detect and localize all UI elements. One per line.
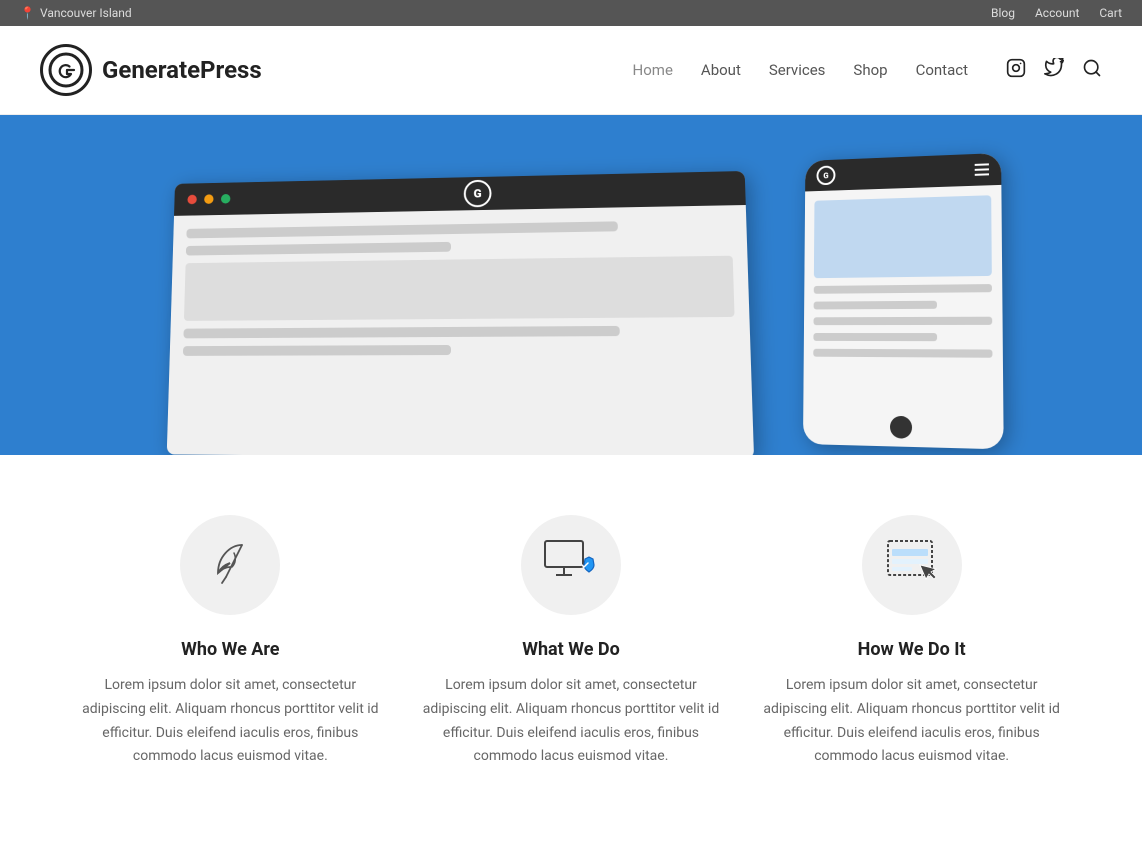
logo-text: GeneratePress: [102, 56, 262, 84]
twitter-icon[interactable]: [1044, 58, 1064, 83]
account-link[interactable]: Account: [1035, 6, 1079, 20]
browser-mockup: G: [167, 171, 754, 455]
browser-dot-yellow: [204, 194, 214, 204]
feature-who-we-are: Who We Are Lorem ipsum dolor sit amet, c…: [80, 515, 380, 769]
instagram-icon[interactable]: [1006, 58, 1026, 83]
hero-section: G G: [0, 115, 1142, 455]
top-bar: 📍 Vancouver Island Blog Account Cart: [0, 0, 1142, 26]
what-we-do-text: Lorem ipsum dolor sit amet, consectetur …: [421, 674, 721, 769]
phone-home-button: [890, 416, 912, 439]
how-we-do-it-icon-wrap: [862, 515, 962, 615]
browser-gp-logo: G: [464, 180, 492, 208]
feature-how-we-do-it: How We Do It Lorem ipsum dolor sit amet,…: [762, 515, 1062, 769]
monitor-shield-icon: [541, 537, 601, 593]
browser-dot-green: [221, 194, 231, 204]
browser-dot-red: [187, 195, 197, 205]
top-bar-location: 📍 Vancouver Island: [20, 6, 132, 20]
search-icon[interactable]: [1082, 58, 1102, 83]
cart-link[interactable]: Cart: [1099, 6, 1122, 20]
hero-illustration: G G: [121, 125, 1021, 445]
feature-what-we-do: What We Do Lorem ipsum dolor sit amet, c…: [421, 515, 721, 769]
phone-content: [804, 185, 1003, 368]
how-we-do-it-title: How We Do It: [858, 639, 966, 660]
nav-social-icons: [1006, 58, 1102, 83]
who-we-are-icon-wrap: [180, 515, 280, 615]
browser-content: [169, 205, 751, 370]
nav-home[interactable]: Home: [633, 61, 673, 79]
blog-link[interactable]: Blog: [991, 6, 1015, 20]
phone-mockup: G: [803, 153, 1004, 450]
logo-icon: [40, 44, 92, 96]
how-we-do-it-text: Lorem ipsum dolor sit amet, consectetur …: [762, 674, 1062, 769]
what-we-do-title: What We Do: [522, 639, 620, 660]
nav-shop[interactable]: Shop: [853, 61, 887, 79]
header: GeneratePress Home About Services Shop C…: [0, 26, 1142, 115]
nav-services[interactable]: Services: [769, 61, 826, 79]
location-pin-icon: 📍: [20, 6, 35, 20]
who-we-are-title: Who We Are: [181, 639, 279, 660]
main-nav: Home About Services Shop Contact: [633, 58, 1102, 83]
phone-gp-logo: G: [816, 165, 835, 185]
logo[interactable]: GeneratePress: [40, 44, 262, 96]
web-cursor-icon: [882, 537, 942, 593]
nav-about[interactable]: About: [701, 61, 741, 79]
top-bar-links: Blog Account Cart: [991, 6, 1122, 20]
who-we-are-text: Lorem ipsum dolor sit amet, consectetur …: [80, 674, 380, 769]
nav-contact[interactable]: Contact: [916, 61, 968, 79]
phone-menu-lines: [975, 163, 989, 175]
feather-icon: [204, 537, 256, 593]
what-we-do-icon-wrap: [521, 515, 621, 615]
features-section: Who We Are Lorem ipsum dolor sit amet, c…: [0, 455, 1142, 849]
